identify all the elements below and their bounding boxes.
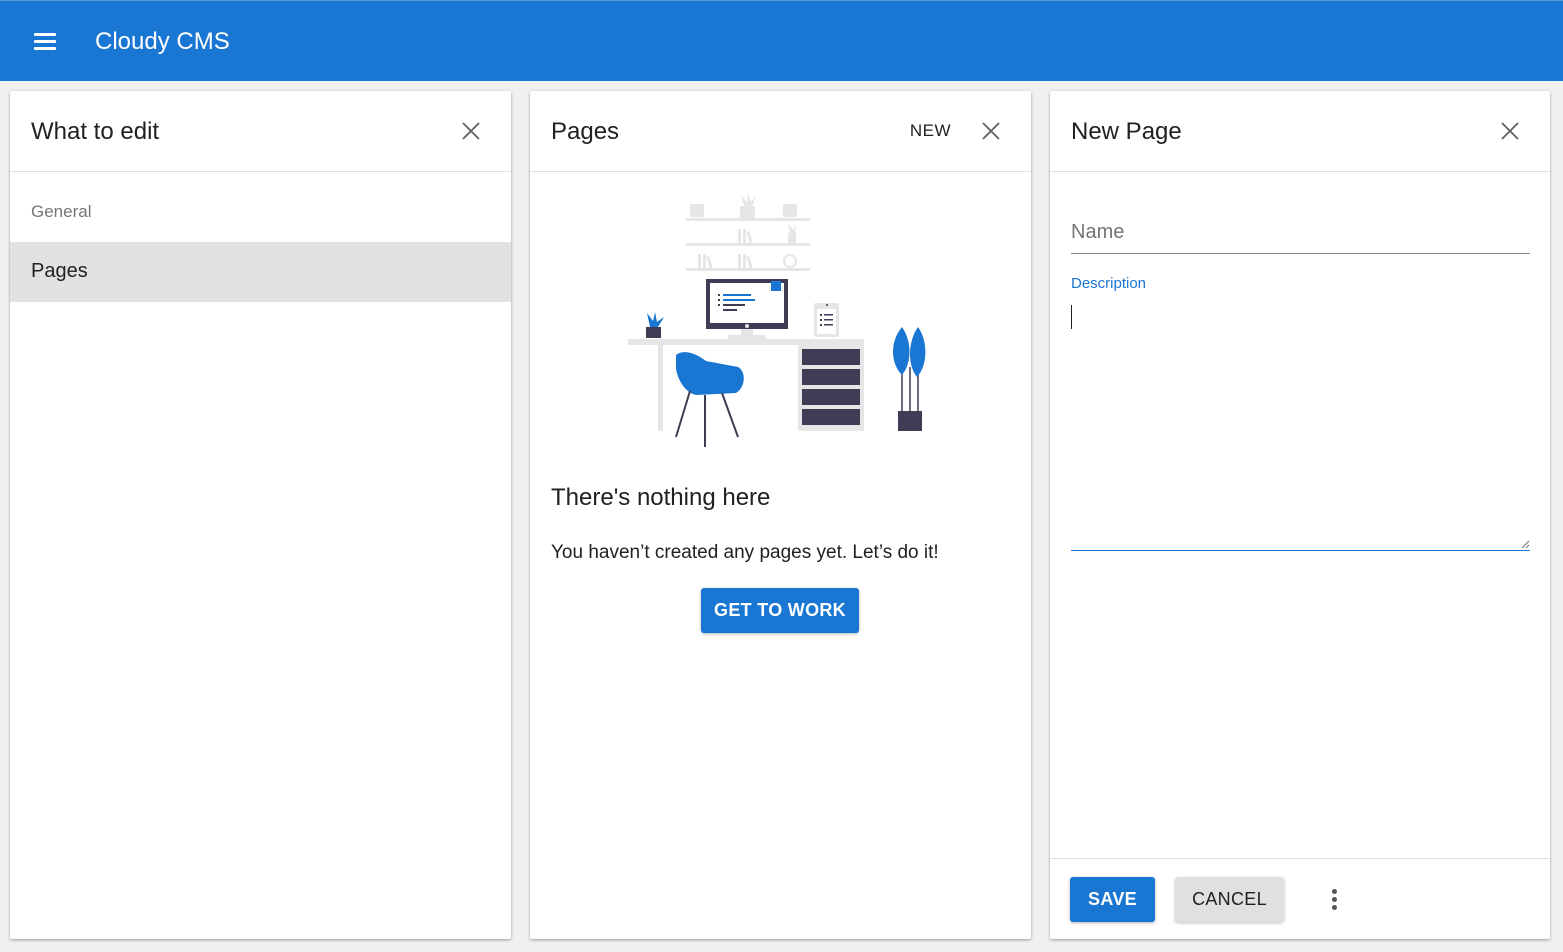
panel-header: New Page [1050,91,1550,172]
pages-panel: Pages NEW There's nothing here You haven… [530,91,1031,939]
empty-state-text: You haven’t created any pages yet. Let’s… [551,542,939,563]
save-button[interactable]: SAVE [1070,877,1155,922]
panel-header: What to edit [10,91,511,172]
app-bar: Cloudy CMS [0,0,1563,81]
new-page-button[interactable]: NEW [910,119,951,143]
new-page-panel: New Page Name Description SAVE CANCEL [1050,91,1550,939]
what-to-edit-panel: What to edit General Pages [10,91,511,939]
empty-state-illustration [628,193,926,447]
name-field[interactable]: Name [1071,221,1124,244]
app-title: Cloudy CMS [95,28,230,55]
close-icon[interactable] [979,119,1003,143]
get-to-work-button[interactable]: GET TO WORK [701,588,859,633]
section-subheader-general: General [31,202,92,221]
panel-title: New Page [1071,118,1182,145]
panel-footer: SAVE CANCEL [1050,858,1550,939]
description-field-underline [1071,550,1530,551]
list-item-label: Pages [31,260,88,282]
empty-state-title: There's nothing here [551,484,771,511]
panel-title: What to edit [31,118,160,145]
description-label: Description [1071,275,1147,292]
description-field[interactable] [1071,301,1530,551]
menu-icon[interactable] [25,21,65,61]
panel-header: Pages NEW [530,91,1031,172]
close-icon[interactable] [459,119,483,143]
panel-title: Pages [551,118,620,145]
more-vert-icon[interactable] [1320,885,1348,913]
cancel-button[interactable]: CANCEL [1175,877,1284,922]
resize-grip-icon[interactable] [1520,539,1530,549]
text-caret [1071,305,1072,329]
close-icon[interactable] [1498,119,1522,143]
name-field-underline [1071,253,1530,254]
list-item-pages[interactable]: Pages [10,242,511,302]
